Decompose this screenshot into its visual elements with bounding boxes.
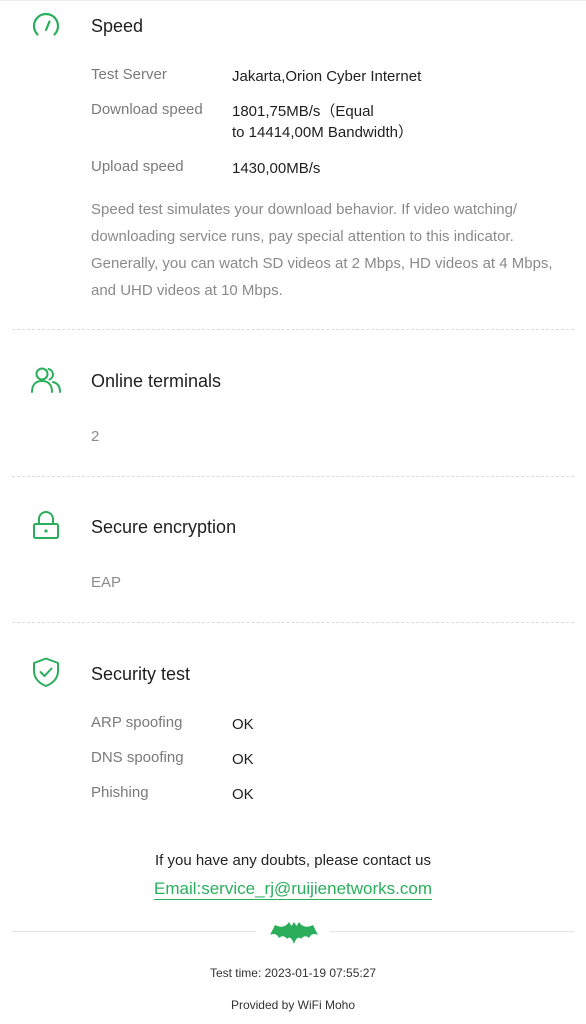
test-time: Test time: 2023-01-19 07:55:27 [209,966,377,980]
test-server-label: Test Server [91,66,167,83]
download-speed-label: Download speed [91,101,203,118]
upload-speed-value: 1430,00MB/s [232,160,321,177]
download-speed-value-line1: 1801,75MB/s（Equal [232,103,374,120]
terminals-count: 2 [91,428,100,445]
lock-icon [30,510,62,542]
footer-divider-right [330,931,574,932]
bat-logo-icon [270,922,318,944]
top-divider [0,0,586,1]
download-speed-value: 1801,75MB/s（Equal to 14414,00M Bandwidth… [232,101,413,143]
email-link[interactable]: Email:service_rj@ruijienetworks.com [154,879,432,900]
encryption-value: EAP [91,574,122,591]
phishing-value: OK [232,786,254,803]
download-speed-value-line2: to 14414,00M Bandwidth） [232,124,413,141]
dns-label: DNS spoofing [91,749,184,766]
footer-divider-left [12,931,256,932]
speedometer-icon [30,9,62,41]
section-divider [12,622,574,623]
arp-label: ARP spoofing [91,714,183,731]
speed-description: Speed test simulates your download behav… [91,201,553,299]
speed-title: Speed [91,16,144,36]
security-title: Security test [91,664,191,684]
contact-text: If you have any doubts, please contact u… [154,852,431,869]
provided-by: Provided by WiFi Moho [230,998,356,1012]
section-divider [12,329,574,330]
test-server-value: Jakarta,Orion Cyber Internet [232,68,422,85]
arp-value: OK [232,716,254,733]
shield-check-icon [30,656,62,688]
encryption-title: Secure encryption [91,517,237,537]
dns-value: OK [232,751,254,768]
phishing-label: Phishing [91,784,149,801]
upload-speed-label: Upload speed [91,158,184,175]
terminals-title: Online terminals [91,371,222,391]
contact-email: Email:service_rj@ruijienetworks.com [0,879,586,900]
section-divider [12,476,574,477]
users-icon [30,364,62,396]
